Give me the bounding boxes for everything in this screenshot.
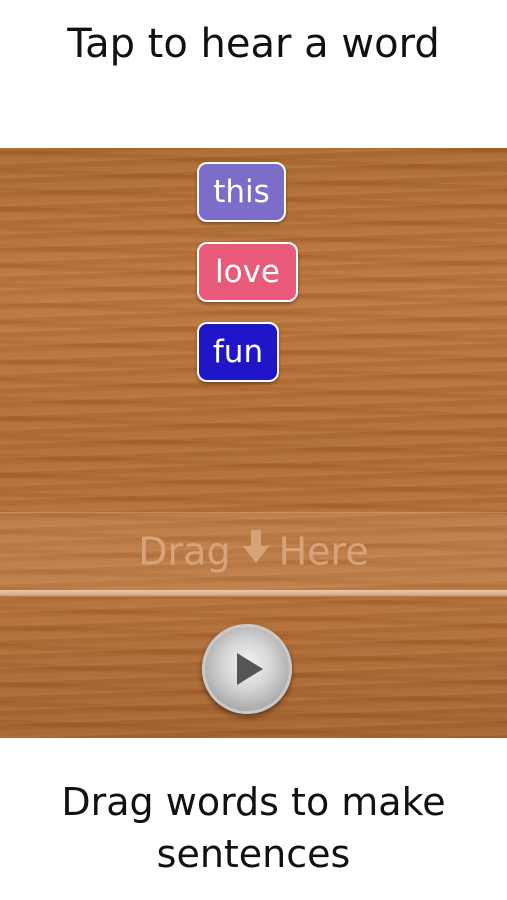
sentence-drop-zone[interactable]: Drag Here <box>0 512 507 591</box>
play-button[interactable] <box>202 624 292 714</box>
down-arrow-icon <box>242 525 269 577</box>
bottom-caption-line2: sentences <box>156 832 351 876</box>
drop-hint-here-text: Here <box>278 529 369 574</box>
play-icon <box>235 651 265 691</box>
drop-zone-rail <box>0 590 507 598</box>
bottom-caption-text: Drag words to make sentences <box>0 776 507 880</box>
top-caption: Tap to hear a word <box>0 0 507 148</box>
top-caption-text: Tap to hear a word <box>67 21 440 67</box>
drop-zone-hint: Drag Here <box>0 525 507 583</box>
wood-board: this love fun Drag Here <box>0 148 507 738</box>
word-tile-fun[interactable]: fun <box>197 322 279 382</box>
word-tile-this[interactable]: this <box>197 162 286 222</box>
bottom-caption-line1: Drag words to make <box>61 780 446 824</box>
drop-hint-drag-text: Drag <box>138 529 231 574</box>
bottom-caption: Drag words to make sentences <box>0 738 507 900</box>
word-tile-love[interactable]: love <box>197 242 298 302</box>
